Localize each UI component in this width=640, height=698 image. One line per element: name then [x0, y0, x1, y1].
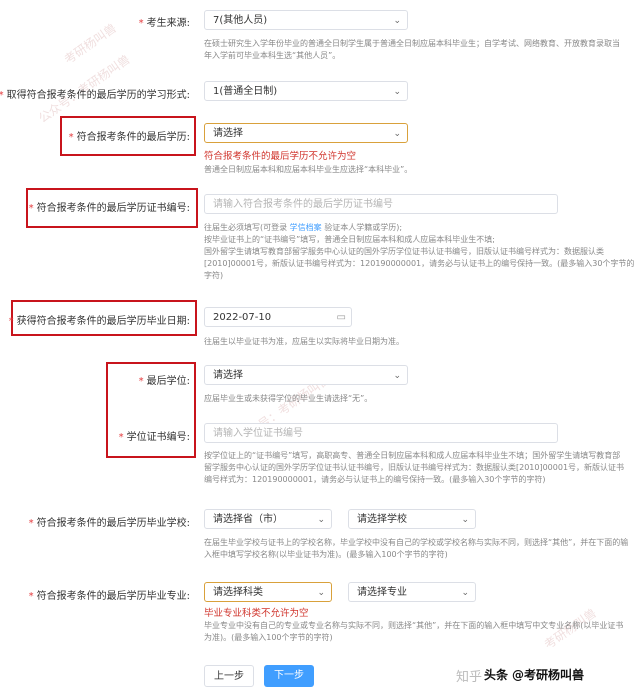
next-button[interactable]: 下一步	[264, 665, 314, 687]
toutiao-brand: 头条	[484, 668, 509, 682]
grad-date-input[interactable]: 2022-07-10 ▭	[204, 307, 352, 327]
chevron-down-icon: ⌄	[461, 515, 469, 525]
major-hint: 毕业专业中没有自己的专业或专业名称与实际不同，则选择“其他”，并在下面的输入框中…	[204, 621, 624, 642]
source-select[interactable]: 7(其他人员) ⌄	[204, 10, 408, 30]
zhihu-brand: 知乎	[456, 670, 483, 685]
last-degree-label: * 符合报考条件的最后学历:	[68, 132, 190, 143]
school-label: * 符合报考条件的最后学历毕业学校:	[28, 518, 190, 529]
cert-no-input[interactable]: 请输入符合报考条件的最后学历证书编号	[204, 194, 558, 214]
chevron-down-icon: ⌄	[317, 515, 325, 525]
degree-cert-label: * 学位证书编号:	[118, 432, 190, 443]
source-hint: 在硕士研究生入学年份毕业的普通全日制学生属于普通全日制应届本科毕业生；自学考试、…	[204, 39, 620, 60]
province-select[interactable]: 请选择省（市） ⌄	[204, 509, 332, 529]
last-degree-title-label: * 最后学位:	[138, 376, 190, 387]
chevron-down-icon: ⌄	[393, 371, 401, 381]
author-brand: @考研杨叫兽	[512, 668, 585, 682]
chevron-down-icon: ⌄	[461, 588, 469, 598]
grad-date-hint: 往届生以毕业证书为准，应届生以实际将毕业日期为准。	[204, 337, 404, 346]
degree-cert-input[interactable]: 请输入学位证书编号	[204, 423, 558, 443]
last-degree-select[interactable]: 请选择 ⌄	[204, 123, 408, 143]
study-form-select[interactable]: 1(普通全日制) ⌄	[204, 81, 408, 101]
major-error: 毕业专业科类不允许为空	[204, 608, 309, 619]
cert-no-hint: 往届生必须填写(可登录 学信档案 验证本人学籍或学历); 按毕业证书上的“证书编…	[204, 223, 635, 280]
prev-button[interactable]: 上一步	[204, 665, 254, 687]
major-category-select[interactable]: 请选择科类 ⌄	[204, 582, 332, 602]
cert-no-label: * 符合报考条件的最后学历证书编号:	[28, 203, 190, 214]
major-label: * 符合报考条件的最后学历毕业专业:	[28, 591, 190, 602]
degree-cert-hint: 按学位证上的“证书编号”填写，高职高专、普通全日制应届本科和成人应届本科毕业生不…	[204, 451, 625, 484]
school-hint: 在届生毕业学校与证书上的学校名称，毕业学校中没有自己的学校或学校名称与实际不同，…	[204, 538, 629, 559]
chevron-down-icon: ⌄	[393, 87, 401, 97]
school-select[interactable]: 请选择学校 ⌄	[348, 509, 476, 529]
last-degree-hint: 普通全日制应届本科和应届本科毕业生应选择“本科毕业”。	[204, 165, 413, 174]
major-select[interactable]: 请选择专业 ⌄	[348, 582, 476, 602]
grad-date-label: * 获得符合报考条件的最后学历毕业日期:	[8, 316, 190, 327]
last-degree-title-hint: 应届毕业生或未获得学位的毕业生请选择“无”。	[204, 394, 373, 403]
xuexin-link[interactable]: 学信档案	[290, 223, 322, 232]
last-degree-title-select[interactable]: 请选择 ⌄	[204, 365, 408, 385]
chevron-down-icon: ⌄	[393, 16, 401, 26]
last-degree-error: 符合报考条件的最后学历不允许为空	[204, 151, 357, 162]
calendar-icon[interactable]: ▭	[337, 308, 346, 328]
source-label: * 考生来源:	[138, 18, 190, 29]
chevron-down-icon: ⌄	[393, 129, 401, 139]
chevron-down-icon: ⌄	[317, 588, 325, 598]
study-form-label: *取得符合报考条件的最后学历的学习形式:	[0, 90, 190, 101]
